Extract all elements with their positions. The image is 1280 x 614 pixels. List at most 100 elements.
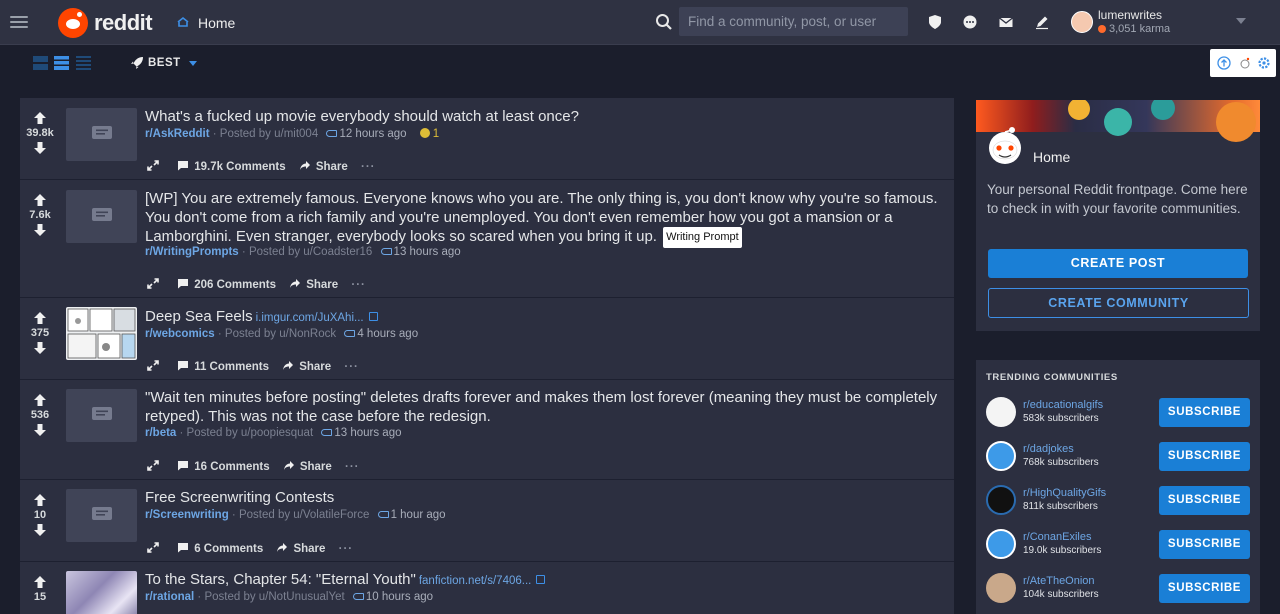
post-card[interactable]: 10 Free Screenwriting Contests r/Screenw… [20,480,954,562]
subreddit-link[interactable]: r/beta [145,427,176,439]
card-view-icon[interactable] [33,56,48,70]
reddit-logo-icon[interactable] [58,8,88,38]
comments-button[interactable]: 19.7k Comments [177,160,286,173]
chat-icon[interactable] [962,14,978,30]
compact-view-icon[interactable] [76,56,91,70]
snoo-icon[interactable] [1238,56,1252,70]
more-options-icon[interactable]: ··· [344,361,359,373]
reddit-wordmark[interactable]: reddit [94,10,153,36]
arrow-up-circle-icon[interactable] [1217,56,1231,70]
post-card[interactable]: 7.6k [WP] You are extremely famous. Ever… [20,180,954,298]
community-name[interactable]: r/educationalgifs [1023,399,1103,411]
create-community-button[interactable]: CREATE COMMUNITY [988,288,1249,318]
downvote-icon[interactable] [33,423,47,437]
expand-button[interactable] [147,360,164,373]
share-button[interactable]: Share [289,278,338,291]
posted-by[interactable]: · Posted by u/mit004 [213,128,318,140]
post-card[interactable]: 15 To the Stars, Chapter 54: "Eternal Yo… [20,562,954,614]
post-thumbnail[interactable] [66,190,137,243]
upvote-icon[interactable] [33,311,47,325]
post-thumbnail[interactable] [66,108,137,161]
community-name[interactable]: r/dadjokes [1023,443,1074,455]
post-thumbnail[interactable] [66,489,137,542]
posted-by[interactable]: · Posted by u/NotUnusualYet [197,591,344,603]
expand-button[interactable] [147,160,164,173]
posted-by[interactable]: · Posted by u/Coadster16 [242,246,372,258]
post-card[interactable]: 375 Deep Sea Feels i.imgur.com/JuXAhi... … [20,298,954,380]
create-post-button[interactable]: CREATE POST [988,249,1248,278]
mail-icon[interactable] [998,14,1014,30]
upvote-icon[interactable] [33,193,47,207]
downvote-icon[interactable] [33,523,47,537]
posted-by[interactable]: · Posted by u/VolatileForce [232,509,369,521]
community-item[interactable]: r/dadjokes 768k subscribers SUBSCRIBE [986,441,1250,473]
post-title[interactable]: Free Screenwriting Contests [145,489,945,508]
upvote-icon[interactable] [33,393,47,407]
downvote-icon[interactable] [33,223,47,237]
community-item[interactable]: r/AteTheOnion 104k subscribers SUBSCRIBE [986,573,1250,605]
subreddit-link[interactable]: r/webcomics [145,328,215,340]
community-avatar[interactable] [986,485,1016,515]
downvote-icon[interactable] [33,341,47,355]
more-options-icon[interactable]: ··· [351,279,366,291]
more-options-icon[interactable]: ··· [361,161,376,173]
comments-button[interactable]: 11 Comments [177,360,269,373]
user-menu[interactable]: lumenwrites 3,051 karma [1068,6,1268,40]
comments-button[interactable]: 6 Comments [177,542,263,555]
community-item[interactable]: r/educationalgifs 583k subscribers SUBSC… [986,397,1250,429]
post-domain-link[interactable]: i.imgur.com/JuXAhi... [256,312,364,324]
community-item[interactable]: r/ConanExiles 19.0k subscribers SUBSCRIB… [986,529,1250,561]
subreddit-link[interactable]: r/Screenwriting [145,509,229,521]
sort-dropdown[interactable]: BEST [148,57,181,69]
post-thumbnail[interactable] [66,389,137,442]
menu-icon[interactable] [10,13,28,31]
comments-button[interactable]: 16 Comments [177,460,270,473]
post-thumbnail[interactable] [66,571,137,614]
subscribe-button[interactable]: SUBSCRIBE [1159,398,1250,427]
upvote-icon[interactable] [33,575,47,589]
community-avatar[interactable] [986,397,1016,427]
external-link-icon[interactable] [536,575,546,584]
share-button[interactable]: Share [282,360,331,373]
share-button[interactable]: Share [299,160,348,173]
expand-button[interactable] [147,278,164,291]
shield-icon[interactable] [927,14,943,30]
community-avatar[interactable] [986,573,1016,603]
pencil-icon[interactable] [1034,14,1050,30]
community-name[interactable]: r/AteTheOnion [1023,575,1095,587]
post-domain-link[interactable]: fanfiction.net/s/7406... [419,575,532,587]
more-options-icon[interactable]: ··· [339,543,354,555]
post-flair[interactable]: Writing Prompt [663,227,742,248]
share-button[interactable]: Share [276,542,325,555]
subreddit-link[interactable]: r/rational [145,591,194,603]
post-title[interactable]: "Wait ten minutes before posting" delete… [145,389,945,426]
share-button[interactable]: Share [283,460,332,473]
search-icon[interactable] [655,13,673,31]
external-link-icon[interactable] [368,312,378,321]
upvote-icon[interactable] [33,493,47,507]
post-title[interactable]: Deep Sea Feels i.imgur.com/JuXAhi... [145,308,945,328]
chevron-down-icon[interactable] [1236,18,1246,24]
expand-button[interactable] [147,542,164,555]
post-card[interactable]: 39.8k What's a fucked up movie everybody… [20,98,954,180]
post-thumbnail[interactable] [66,307,137,360]
community-name[interactable]: r/ConanExiles [1023,531,1091,543]
community-name[interactable]: r/HighQualityGifs [1023,487,1106,499]
chevron-down-icon[interactable] [189,61,197,66]
downvote-icon[interactable] [33,141,47,155]
community-avatar[interactable] [986,441,1016,471]
post-title[interactable]: To the Stars, Chapter 54: "Eternal Youth… [145,571,945,591]
subscribe-button[interactable]: SUBSCRIBE [1159,442,1250,471]
search-input[interactable] [679,7,908,36]
subscribe-button[interactable]: SUBSCRIBE [1159,486,1250,515]
post-card[interactable]: 536 "Wait ten minutes before posting" de… [20,380,954,480]
expand-button[interactable] [147,460,164,473]
gear-icon[interactable] [1257,56,1271,70]
posted-by[interactable]: · Posted by u/poopiesquat [180,427,314,439]
subreddit-link[interactable]: r/WritingPrompts [145,246,239,258]
posted-by[interactable]: · Posted by u/NonRock [218,328,336,340]
post-title[interactable]: What's a fucked up movie everybody shoul… [145,108,945,127]
subreddit-link[interactable]: r/AskReddit [145,128,210,140]
home-icon[interactable] [176,16,190,28]
classic-view-icon[interactable] [54,56,69,70]
